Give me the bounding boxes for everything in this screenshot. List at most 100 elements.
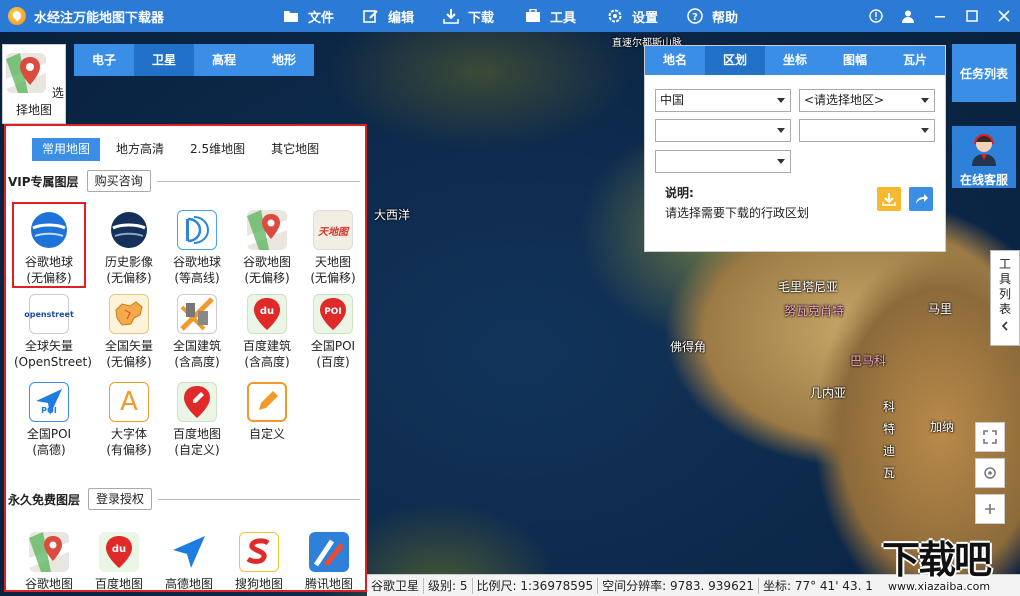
tab-2-5d-maps[interactable]: 2.5维地图 [180,138,255,161]
map-label-cape-verde: 佛得角 [670,340,707,354]
map-label-bamako: 巴马科 [850,354,887,368]
customer-service-icon [972,134,996,166]
map-label-cote-divoire: 科特迪瓦 [882,400,895,480]
user-icon[interactable] [892,0,924,32]
tianditu-badge: 天地图 [318,226,348,238]
tool-list-button[interactable]: 工具列表 [990,250,1020,346]
edit-icon [362,7,380,25]
tile-title: 大字体 [110,427,147,441]
map-tile-google-maps-free[interactable]: 谷歌地图 [14,532,84,591]
tile-subtitle: (百度) [316,355,350,369]
free-section-header: 永久免费图层 登录授权 [8,488,360,510]
share-icon [916,194,928,204]
map-tile-large-font[interactable]: A 大字体 (有偏移) [94,382,164,458]
free-section-label: 永久免费图层 [8,492,81,507]
tab-place-name[interactable]: 地名 [645,46,705,75]
status-resolution: 空间分辨率: 9783. 939621 [598,577,759,594]
tile-title: 谷歌地图 [24,577,73,591]
map-tile-building[interactable]: 全国建筑 (含高度) [162,294,232,370]
tile-subtitle: (有偏移) [106,443,152,457]
map-tile-baidu[interactable]: du 百度地图 [84,532,154,590]
country-select[interactable]: 中国 [655,89,791,112]
menu-file-label: 文件 [308,10,335,26]
map-tile-amap[interactable]: 高德地图 [154,532,224,591]
map-tile-tencent[interactable]: 腾讯地图 [294,532,364,590]
task-list-button[interactable]: 任务列表 [952,44,1016,102]
map-tile-baidu-custom[interactable]: 百度地图 (自定义) [162,382,232,458]
map-tile-tianditu[interactable]: 天地图 天地图 (无偏移) [298,204,365,286]
map-tile-poi-amap[interactable]: POI 全国POI (高德) [14,382,84,458]
minimize-icon[interactable] [924,0,956,32]
large-font-icon: A [109,382,149,422]
login-auth-button[interactable]: 登录授权 [88,488,153,510]
main-menu: 文件 编辑 下载 工具 设置 ? 帮助 [282,0,738,32]
menu-help[interactable]: ? 帮助 [686,0,738,32]
share-region-button[interactable] [909,187,933,211]
select-map-button[interactable]: 选择地图 [2,44,66,124]
tile-title: 谷歌地球 [24,255,73,269]
tile-title: 百度地图 [172,427,221,441]
tile-title: 谷歌地球 [172,255,221,269]
info-icon[interactable] [860,0,892,32]
tab-map-sheet[interactable]: 图幅 [825,46,885,75]
map-tile-openstreet[interactable]: openstreet 全球矢量 (OpenStreet) [14,294,92,370]
close-icon[interactable] [988,0,1020,32]
tab-other-maps[interactable]: 其它地图 [261,138,329,161]
menu-edit[interactable]: 编辑 [362,0,442,32]
tab-local-hd[interactable]: 地方高清 [106,138,174,161]
contour-icon [177,210,217,250]
baidu-building-icon: du [247,294,287,334]
tile-title: 历史影像 [104,255,153,269]
menu-settings[interactable]: 设置 [606,0,686,32]
map-tile-sogou[interactable]: 搜狗地图 [224,532,294,590]
note-title: 说明: [665,186,694,200]
county-select[interactable] [799,119,935,142]
zoom-controls [975,422,1007,530]
app-title: 水经注万能地图下载器 [34,10,165,26]
google-earth-icon [29,210,69,250]
fullscreen-button[interactable] [975,422,1005,452]
tile-title: 全球矢量 [24,339,73,353]
tile-subtitle: (含高度) [174,355,220,369]
map-label-ocean: 大西洋 [374,208,411,222]
tab-terrain[interactable]: 地形 [254,44,314,76]
map-tile-history-image[interactable]: 历史影像 (无偏移) [94,204,164,286]
building-icon [177,294,217,334]
menu-download-label: 下载 [468,10,495,26]
town-select[interactable] [655,150,791,173]
buy-consult-button[interactable]: 购买咨询 [86,170,151,192]
tab-tiles[interactable]: 瓦片 [885,46,945,75]
menu-download[interactable]: 下载 [442,0,524,32]
menu-file[interactable]: 文件 [282,0,362,32]
map-tile-baidu-building[interactable]: du 百度建筑 (含高度) [232,294,302,370]
tab-common-maps[interactable]: 常用地图 [32,138,101,161]
vip-section-label: VIP专属图层 [8,174,79,189]
vip-map-grid: 谷歌地球 (无偏移) 历史影像 (无偏移) 谷歌地球 (等高线) 谷歌地图 (无… [12,202,362,474]
map-tile-custom[interactable]: 自定义 [232,382,302,442]
tab-coordinate[interactable]: 坐标 [765,46,825,75]
map-tile-poi-baidu[interactable]: POI 全国POI (百度) [298,294,365,370]
tile-subtitle: (自定义) [174,443,220,457]
download-region-button[interactable] [877,187,901,211]
map-label-mali: 马里 [928,302,953,316]
map-tile-china-vector[interactable]: 全国矢量 (无偏移) [94,294,164,370]
region-select[interactable]: <请选择地区> [799,89,935,112]
tile-title: 高德地图 [164,577,213,591]
maximize-icon[interactable] [956,0,988,32]
poi-badge: POI [41,406,57,415]
menu-tools[interactable]: 工具 [524,0,606,32]
map-tile-google-earth[interactable]: 谷歌地球 (无偏移) [12,202,86,288]
tab-division[interactable]: 区划 [705,46,765,75]
tab-satellite[interactable]: 卫星 [134,44,194,76]
tile-subtitle: (无偏移) [26,271,72,285]
map-tile-google-maps[interactable]: 谷歌地图 (无偏移) [232,204,302,286]
locate-button[interactable] [975,458,1005,488]
online-service-button[interactable]: 在线客服 [952,126,1016,188]
vip-section-header: VIP专属图层 购买咨询 [8,170,360,192]
city-select[interactable] [655,119,791,142]
zoom-in-button[interactable] [975,494,1005,524]
map-tile-contour[interactable]: 谷歌地球 (等高线) [162,204,232,286]
source-tabs: 常用地图 地方高清 2.5维地图 其它地图 [32,138,335,161]
tab-elevation[interactable]: 高程 [194,44,254,76]
tab-electronic[interactable]: 电子 [74,44,134,76]
